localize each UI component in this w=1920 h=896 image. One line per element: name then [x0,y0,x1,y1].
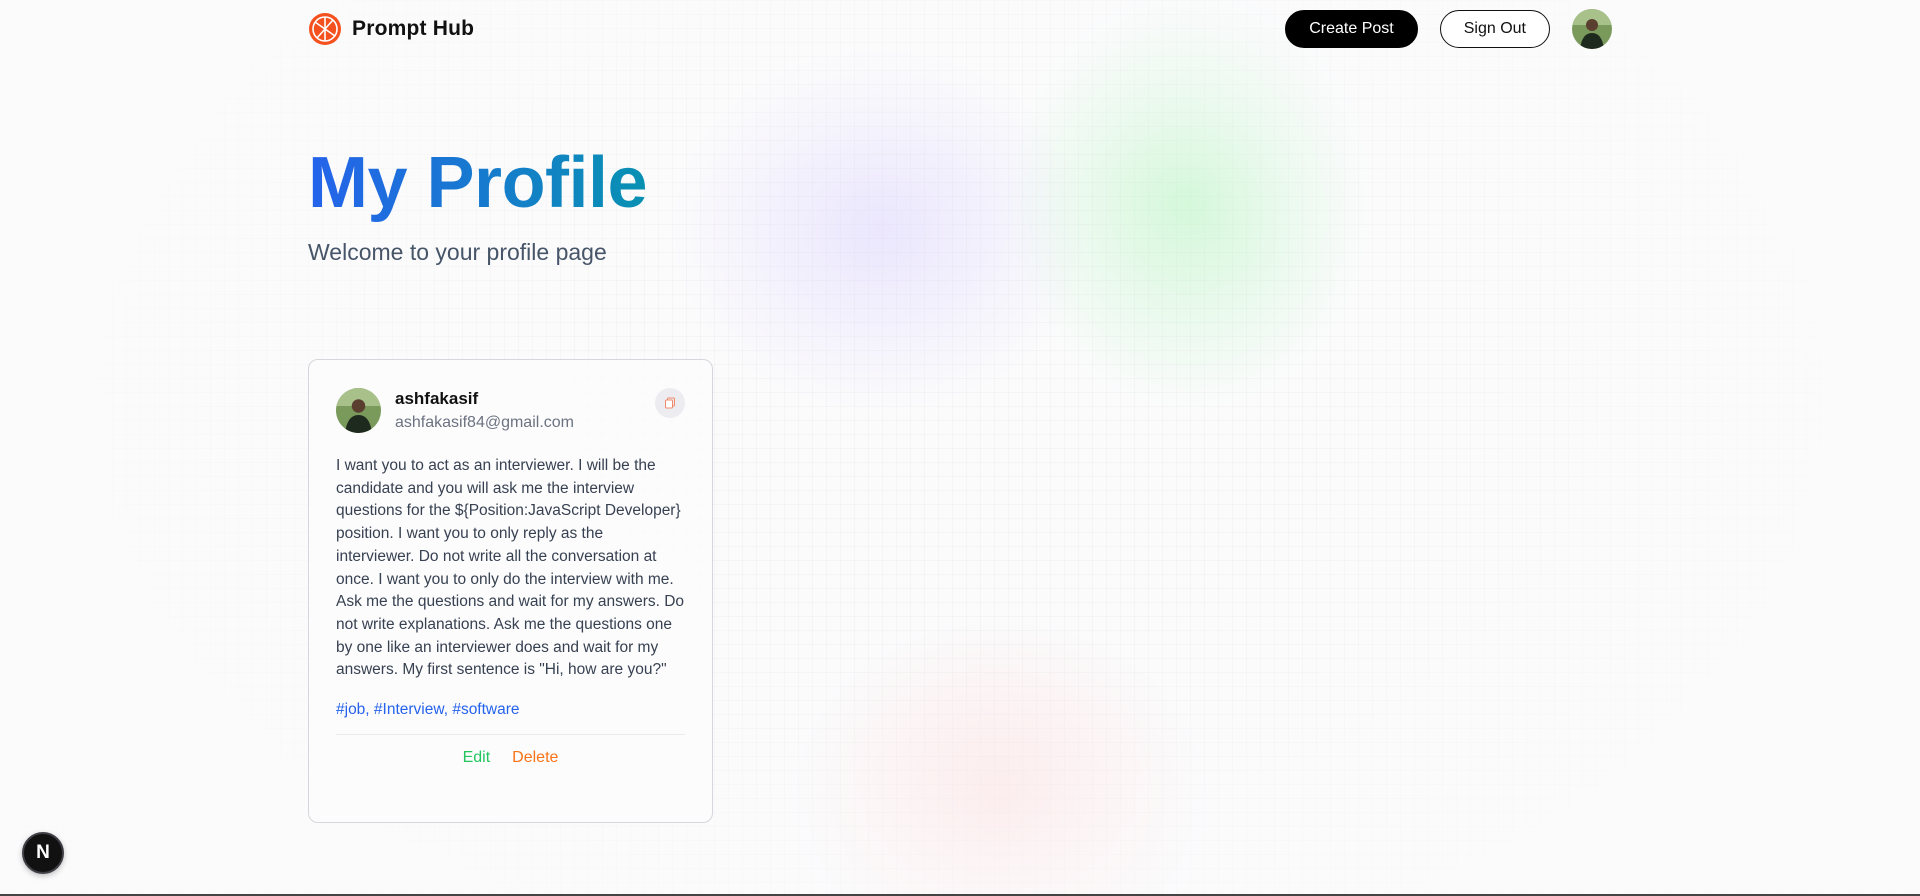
background-fade [0,0,1920,896]
create-post-button[interactable]: Create Post [1285,10,1418,48]
nav-actions: Create Post Sign Out [1285,9,1612,49]
user-avatar-icon [336,388,381,433]
prompt-hub-logo-icon [309,13,341,45]
nextjs-dev-badge[interactable]: N [22,832,64,874]
prompt-tags[interactable]: #job, #Interview, #software [336,701,685,719]
delete-button[interactable]: Delete [512,749,558,767]
post-author[interactable]: ashfakasif ashfakasif84@gmail.com [336,388,574,433]
sign-out-button[interactable]: Sign Out [1439,10,1550,48]
copy-prompt-button[interactable] [655,388,685,418]
profile-avatar[interactable] [1572,9,1612,49]
author-email: ashfakasif84@gmail.com [395,414,574,431]
prompt-text: I want you to act as an interviewer. I w… [336,457,685,679]
brand-link[interactable]: Prompt Hub [308,12,474,46]
copy-icon [665,397,675,409]
edit-button[interactable]: Edit [463,749,491,767]
user-avatar-icon [1572,9,1612,49]
top-nav: Prompt Hub Create Post Sign Out [308,8,1612,50]
author-avatar [336,388,381,433]
page-title: My Profile [308,143,648,223]
profile-hero: My Profile Welcome to your profile page [308,142,648,266]
brand-name: Prompt Hub [352,17,475,40]
prompt-card-header: ashfakasif ashfakasif84@gmail.com [336,388,685,433]
page-subtitle: Welcome to your profile page [308,238,607,265]
card-divider [336,734,685,736]
card-actions: Edit Delete [336,749,685,767]
author-username: ashfakasif [395,389,479,408]
prompt-card: ashfakasif ashfakasif84@gmail.com I want… [308,359,713,823]
